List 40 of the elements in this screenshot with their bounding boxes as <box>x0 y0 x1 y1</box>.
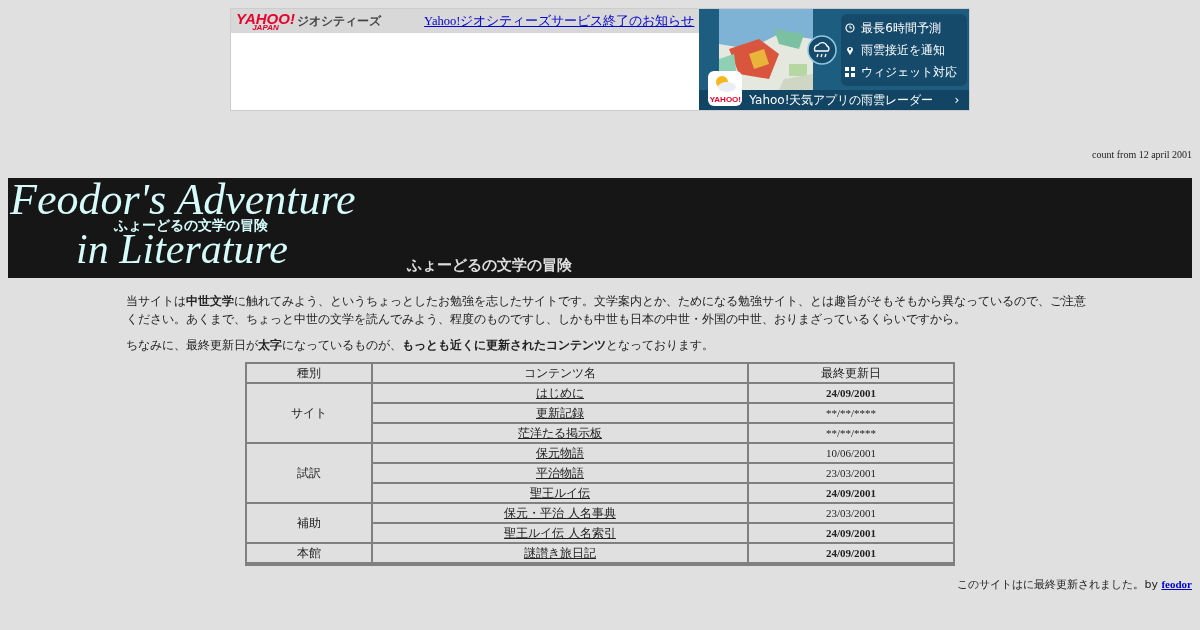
chevron-icon: › <box>954 91 960 109</box>
site-subtitle: ふょーどるの文学の冒険 <box>407 254 572 276</box>
content-link[interactable]: はじめに <box>536 386 584 400</box>
service-name: ジオシティーズ <box>296 13 381 30</box>
date-cell: 24/09/2001 <box>749 384 953 404</box>
content-link[interactable]: 茫洋たる掲示板 <box>518 426 602 440</box>
content-link[interactable]: 聖王ルイ伝 人名索引 <box>504 526 616 540</box>
content-link[interactable]: 保元・平治 人名事典 <box>504 506 616 520</box>
date-cell: **/**/**** <box>749 424 953 444</box>
category-cell: 本館 <box>247 544 373 564</box>
feature-label: 雨雲接近を通知 <box>861 42 946 59</box>
category-cell: 補助 <box>247 504 373 544</box>
category-cell: サイト <box>247 384 373 444</box>
content-link[interactable]: 聖王ルイ伝 <box>530 486 590 500</box>
column-header: コンテンツ名 <box>373 364 749 384</box>
content-link[interactable]: 謎讃き旅日記 <box>524 546 596 560</box>
footer-text: このサイトはに最終更新されました。by <box>957 578 1158 591</box>
column-header: 種別 <box>247 364 373 384</box>
column-header: 最終更新日 <box>749 364 953 384</box>
date-cell: 10/06/2001 <box>749 444 953 464</box>
content-link[interactable]: 更新記録 <box>536 406 584 420</box>
date-cell: 24/09/2001 <box>749 484 953 504</box>
feature-label: 最長6時間予測 <box>861 20 941 37</box>
visit-counter-text: count from 12 april 2001 <box>1092 149 1192 160</box>
content-link[interactable]: 平治物語 <box>536 466 584 480</box>
author-link[interactable]: feodor <box>1161 578 1192 590</box>
date-cell: 23/03/2001 <box>749 464 953 484</box>
date-cell: 23/03/2001 <box>749 504 953 524</box>
category-cell: 試訳 <box>247 444 373 504</box>
date-cell: **/**/**** <box>749 404 953 424</box>
ad-caption: Yahoo!天気アプリの雨雲レーダー <box>749 92 934 109</box>
intro-paragraph: ちなみに、最終更新日が太字になっているものが、もっとも近くに更新されたコンテンツとなっております。 <box>126 337 715 354</box>
content-link[interactable]: 保元物語 <box>536 446 584 460</box>
weather-ad-banner[interactable]: 最長6時間予測 雨雲接近を通知 ウィジェット対応 YAHOO! Yahoo!天気アプリの雨雲レーダー › <box>699 9 969 110</box>
date-cell: 24/09/2001 <box>749 524 953 544</box>
intro-paragraph: 当サイトは中世文学に触れてみよう、というちょっとしたお勉強を志したサイトです。文学案内とか、ためになる勉強サイト、とは趣旨がそもそもから異なっているので、ご注意ください。あくまで、ちょっと中世の文学を読んでみよう、程度のものですし、しかも中世も日本の中世・外国の中世、おりまざっているくらいですから。 <box>126 293 1086 328</box>
weather-app-icon: YAHOO! <box>708 71 743 106</box>
date-cell: 24/09/2001 <box>749 544 953 564</box>
feature-label: ウィジェット対応 <box>861 64 958 81</box>
notice-link[interactable]: Yahoo!ジオシティーズサービス終了のお知らせ <box>424 11 695 31</box>
